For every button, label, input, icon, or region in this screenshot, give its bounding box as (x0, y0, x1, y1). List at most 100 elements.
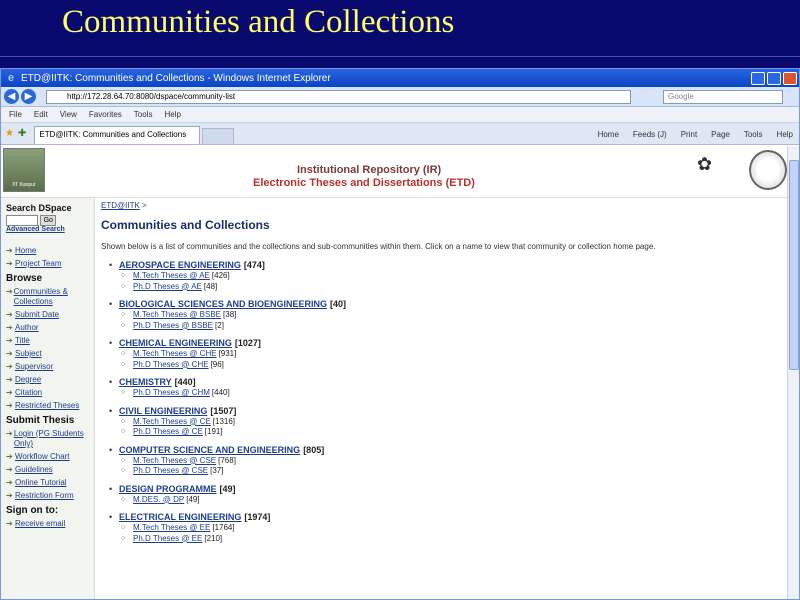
collection-link[interactable]: M.Tech Theses @ CHE (133, 349, 217, 360)
sidebar-item-login[interactable]: ➔ Login (PG Students Only) (1, 429, 94, 449)
collection-row: ○ M.Tech Theses @ CE [1316] (109, 417, 759, 428)
browse-heading: Browse (6, 273, 43, 284)
command-help[interactable]: Help (777, 130, 793, 139)
add-favorites-icon[interactable]: ✚ (18, 128, 26, 139)
sidebar-item-subject[interactable]: ➔ Subject (1, 349, 94, 359)
collection-link[interactable]: Ph.D Theses @ CHM (133, 388, 210, 399)
community-count: [40] (330, 299, 347, 309)
breadcrumb-home-link[interactable]: ETD@IITK (101, 201, 140, 210)
circle-bullet-icon: ○ (121, 389, 126, 396)
collection-row: ○ Ph.D Theses @ CHE [96] (109, 360, 759, 371)
collection-row: ○ Ph.D Theses @ CE [191] (109, 427, 759, 438)
collection-link[interactable]: Ph.D Theses @ EE (133, 534, 202, 545)
dspace-search-input[interactable] (6, 215, 38, 226)
menu-tools[interactable]: Tools (134, 110, 153, 119)
community-link[interactable]: CIVIL ENGINEERING (119, 406, 207, 417)
collection-link[interactable]: Ph.D Theses @ CSE (133, 466, 208, 477)
advanced-search-link[interactable]: Advanced Search (1, 226, 94, 233)
tab-active[interactable]: ETD@IITK: Communities and Collections (34, 126, 201, 144)
back-arrow-icon[interactable]: ◀ (4, 89, 19, 104)
close-button[interactable] (783, 71, 797, 85)
arrow-icon: ➔ (6, 375, 13, 384)
community-row: • AEROSPACE ENGINEERING [474] (109, 260, 759, 271)
collection-row: ○ Ph.D Theses @ BSBE [2] (109, 321, 759, 332)
collection-count: [2] (215, 320, 224, 330)
address-input[interactable]: http://172.28.64.70:8080/dspace/communit… (46, 89, 631, 104)
new-tab-button[interactable] (202, 128, 235, 144)
submit-heading: Submit Thesis (6, 415, 75, 426)
sidebar-item-author[interactable]: ➔ Author (1, 323, 94, 333)
menu-edit[interactable]: Edit (34, 110, 48, 119)
menu-file[interactable]: File (9, 110, 22, 119)
collection-link[interactable]: M.DES. @ DP (133, 495, 184, 506)
sidebar-item-online-tutorial[interactable]: ➔ Online Tutorial (1, 478, 94, 488)
community-link[interactable]: AEROSPACE ENGINEERING (119, 260, 241, 271)
community-row: • BIOLOGICAL SCIENCES AND BIOENGINEERING[… (109, 299, 759, 310)
community-count: [49] (219, 483, 236, 494)
command-page[interactable]: Page (711, 130, 730, 139)
sidebar-item-restriction-form[interactable]: ➔ Restriction Form (1, 491, 94, 501)
sidebar-item-workflow-chart[interactable]: ➔ Workflow Chart (1, 452, 94, 462)
collection-link[interactable]: M.Tech Theses @ CSE (133, 456, 216, 467)
command-tools[interactable]: Tools (744, 130, 763, 139)
vertical-scrollbar[interactable] (787, 146, 799, 599)
menu-favorites[interactable]: Favorites (89, 110, 122, 119)
sidebar-item-home[interactable]: ➔ Home (1, 246, 94, 256)
community-row: • ELECTRICAL ENGINEERING [1974] (109, 512, 759, 523)
command-bar: Home Feeds (J) Print Page Tools Help (584, 130, 799, 144)
sidebar-item-submit-date[interactable]: ➔ Submit Date (1, 310, 94, 320)
community-link[interactable]: BIOLOGICAL SCIENCES AND BIOENGINEERING (119, 299, 327, 310)
community-link[interactable]: CHEMISTRY (119, 377, 172, 388)
sidebar-item-title[interactable]: ➔ Title (1, 336, 94, 346)
collection-link[interactable]: M.Tech Theses @ CE (133, 417, 211, 428)
window-titlebar: e ETD@IITK: Communities and Collections … (1, 69, 799, 87)
bullet-icon: • (109, 260, 113, 270)
collection-link[interactable]: Ph.D Theses @ CE (133, 427, 203, 438)
community-link[interactable]: DESIGN PROGRAMME (119, 484, 217, 495)
community-link[interactable]: CHEMICAL ENGINEERING (119, 338, 232, 349)
collection-link[interactable]: Ph.D Theses @ AE (133, 282, 202, 293)
arrow-icon: ➔ (6, 491, 13, 500)
sidebar-item-project-team[interactable]: ➔ Project Team (1, 259, 94, 269)
command-feeds[interactable]: Feeds (J) (633, 130, 667, 139)
command-home[interactable]: Home (598, 130, 619, 139)
collection-link[interactable]: Ph.D Theses @ BSBE (133, 321, 213, 332)
sidebar-item-guidelines[interactable]: ➔ Guidelines (1, 465, 94, 475)
command-print[interactable]: Print (681, 130, 697, 139)
bullet-icon: • (109, 299, 113, 309)
arrow-icon: ➔ (6, 323, 13, 332)
sidebar-item-receive-email[interactable]: ➔ Receive email (1, 519, 94, 529)
community-count: [1974] (244, 512, 271, 522)
circle-bullet-icon: ○ (121, 350, 126, 357)
arrow-icon: ➔ (6, 287, 13, 296)
main-content: ETD@IITK > Communities and Collections S… (101, 198, 781, 599)
collection-link[interactable]: M.Tech Theses @ BSBE (133, 310, 221, 321)
forward-arrow-icon[interactable]: ▶ (21, 89, 36, 104)
sidebar-item-communities[interactable]: ➔ Communities & Collections (1, 287, 94, 307)
arrow-icon: ➔ (6, 336, 13, 345)
sidebar-item-supervisor[interactable]: ➔ Supervisor (1, 362, 94, 372)
collection-link[interactable]: Ph.D Theses @ CHE (133, 360, 209, 371)
bullet-icon: • (109, 444, 113, 455)
menu-help[interactable]: Help (164, 110, 180, 119)
community-link[interactable]: COMPUTER SCIENCE AND ENGINEERING (119, 445, 300, 456)
sidebar-item-citation[interactable]: ➔ Citation (1, 388, 94, 398)
sidebar-item-degree[interactable]: ➔ Degree (1, 375, 94, 385)
menu-view[interactable]: View (60, 110, 77, 119)
bullet-icon: • (109, 377, 113, 387)
maximize-button[interactable] (767, 71, 781, 85)
collection-row: ○ M.Tech Theses @ CHE [931] (109, 349, 759, 360)
community-link[interactable]: ELECTRICAL ENGINEERING (119, 512, 241, 523)
minimize-button[interactable] (751, 71, 765, 85)
scrollbar-thumb[interactable] (789, 160, 799, 370)
search-input[interactable]: Google (663, 89, 783, 104)
favorites-star-icon[interactable]: ★ (5, 128, 14, 139)
collection-link[interactable]: M.Tech Theses @ EE (133, 523, 210, 534)
go-button[interactable]: Go (40, 215, 57, 226)
sidebar-item-restricted-theses[interactable]: ➔ Restricted Theses (1, 401, 94, 411)
collection-count: [1316] (212, 416, 236, 426)
page-title: Communities and Collections (101, 218, 270, 232)
circle-bullet-icon: ○ (121, 360, 126, 368)
collection-link[interactable]: M.Tech Theses @ AE (133, 271, 210, 282)
arrow-icon: ➔ (6, 401, 13, 410)
